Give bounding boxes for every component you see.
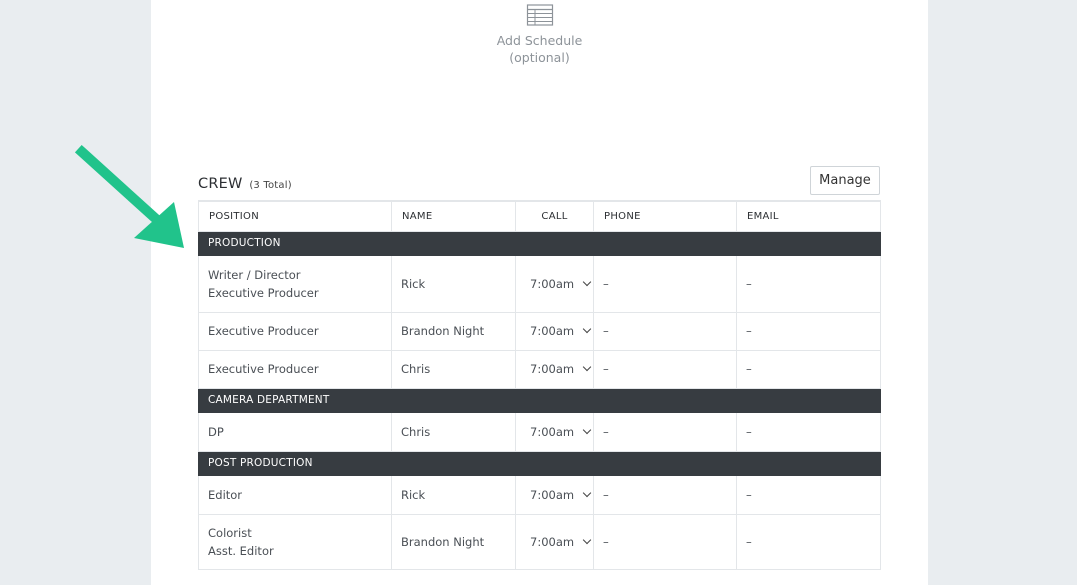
column-header-name[interactable]: NAME	[391, 200, 516, 232]
phone-cell: –	[593, 254, 737, 313]
phone-cell: –	[593, 513, 737, 570]
call-time-select[interactable]: 7:00am	[515, 474, 594, 515]
call-time-select[interactable]: 7:00am	[515, 411, 594, 452]
name-cell: Brandon Night	[391, 311, 516, 351]
name-cell: Brandon Night	[391, 513, 516, 570]
department-row-camera: CAMERA DEPARTMENT	[198, 387, 881, 413]
add-schedule-label: Add Schedule	[496, 33, 583, 48]
phone-cell: –	[593, 411, 737, 452]
department-name: PRODUCTION	[198, 230, 881, 256]
call-time-value: 7:00am	[530, 362, 575, 376]
table-row[interactable]: DP Chris 7:00am – –	[198, 411, 881, 452]
column-header-phone[interactable]: PHONE	[593, 200, 737, 232]
email-cell: –	[736, 513, 881, 570]
department-row-post-production: POST PRODUCTION	[198, 450, 881, 476]
crew-title: CREW	[198, 176, 243, 192]
table-row[interactable]: Executive Producer Brandon Night 7:00am …	[198, 311, 881, 351]
department-name: POST PRODUCTION	[198, 450, 881, 476]
position-text: Writer / Director	[208, 267, 301, 282]
column-header-position[interactable]: POSITION	[198, 200, 392, 232]
phone-cell: –	[593, 311, 737, 351]
chevron-down-icon	[582, 277, 592, 286]
email-cell: –	[736, 349, 881, 389]
add-schedule-button[interactable]: Add Schedule (optional)	[151, 4, 928, 66]
crew-table: POSITION NAME CALL PHONE EMAIL PRODUCTIO…	[198, 200, 881, 570]
name-cell: Rick	[391, 254, 516, 313]
column-header-call[interactable]: CALL	[515, 200, 594, 232]
email-cell: –	[736, 411, 881, 452]
call-time-select[interactable]: 7:00am	[515, 311, 594, 351]
call-time-value: 7:00am	[530, 534, 575, 549]
arrow-pointer-icon	[74, 144, 184, 248]
call-time-value: 7:00am	[530, 324, 575, 338]
position-cell: Editor	[198, 474, 392, 515]
phone-cell: –	[593, 349, 737, 389]
position-cell: Colorist Asst. Editor	[198, 513, 392, 570]
chevron-down-icon	[582, 324, 592, 334]
call-time-select[interactable]: 7:00am	[515, 254, 594, 313]
table-row[interactable]: Writer / Director Executive Producer Ric…	[198, 254, 881, 313]
table-icon	[526, 4, 553, 26]
position-cell: Executive Producer	[198, 311, 392, 351]
chevron-down-icon	[582, 535, 592, 544]
chevron-down-icon	[582, 488, 592, 497]
crew-count: (3 Total)	[249, 180, 292, 191]
position-cell: Executive Producer	[198, 349, 392, 389]
phone-cell: –	[593, 474, 737, 515]
call-sheet-page: Add Schedule (optional) CREW (3 Total) M…	[151, 0, 928, 585]
table-row[interactable]: Editor Rick 7:00am – –	[198, 474, 881, 515]
call-time-value: 7:00am	[530, 276, 575, 291]
position-text: Executive Producer	[208, 285, 319, 300]
department-name: CAMERA DEPARTMENT	[198, 387, 881, 413]
table-header-row: POSITION NAME CALL PHONE EMAIL	[198, 200, 881, 232]
email-cell: –	[736, 254, 881, 313]
crew-heading: CREW (3 Total)	[198, 176, 292, 192]
name-cell: Chris	[391, 411, 516, 452]
table-row[interactable]: Executive Producer Chris 7:00am – –	[198, 349, 881, 389]
add-schedule-optional-label: (optional)	[509, 50, 570, 65]
position-text: Asst. Editor	[208, 543, 274, 558]
name-cell: Rick	[391, 474, 516, 515]
call-time-select[interactable]: 7:00am	[515, 513, 594, 570]
name-cell: Chris	[391, 349, 516, 389]
call-time-select[interactable]: 7:00am	[515, 349, 594, 389]
manage-crew-button[interactable]: Manage	[810, 166, 880, 195]
call-time-value: 7:00am	[530, 424, 575, 439]
email-cell: –	[736, 474, 881, 515]
table-row[interactable]: Colorist Asst. Editor Brandon Night 7:00…	[198, 513, 881, 570]
column-header-email[interactable]: EMAIL	[736, 200, 881, 232]
position-text: Colorist	[208, 525, 252, 540]
department-row-production: PRODUCTION	[198, 230, 881, 256]
email-cell: –	[736, 311, 881, 351]
chevron-down-icon	[582, 362, 592, 372]
call-time-value: 7:00am	[530, 487, 575, 502]
position-cell: Writer / Director Executive Producer	[198, 254, 392, 313]
chevron-down-icon	[582, 425, 592, 434]
position-cell: DP	[198, 411, 392, 452]
